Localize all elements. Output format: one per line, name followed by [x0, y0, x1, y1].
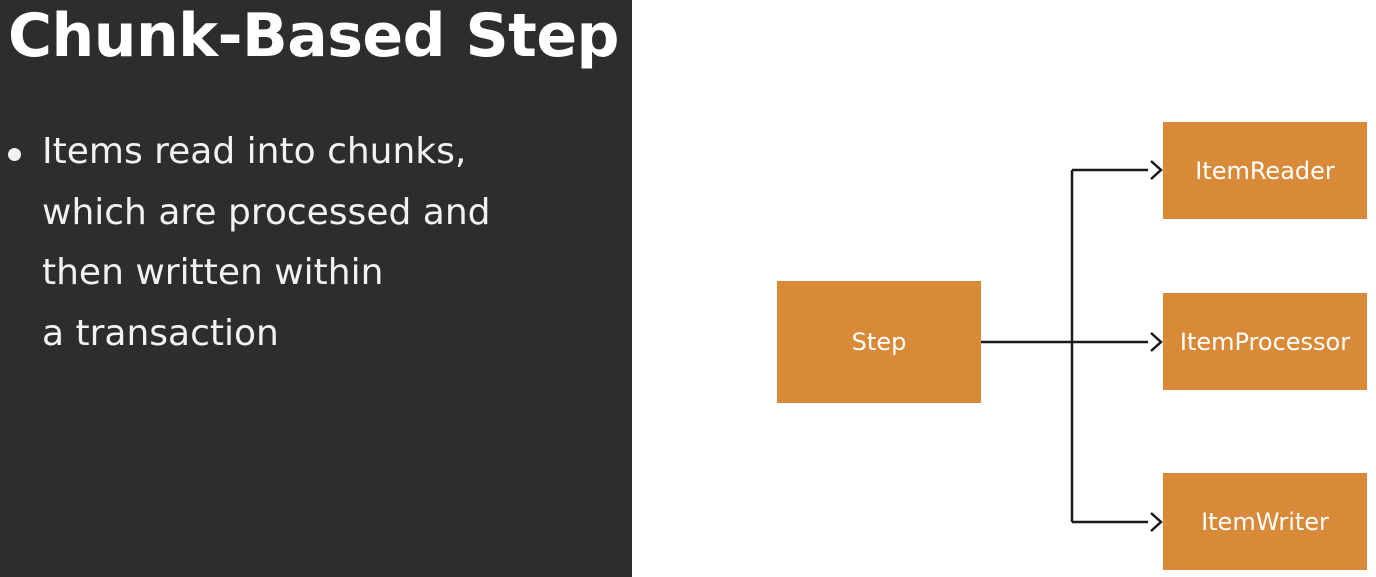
item-processor-label: ItemProcessor	[1179, 327, 1351, 356]
item-reader-label: ItemReader	[1195, 156, 1335, 185]
item-reader-node: ItemReader	[1163, 122, 1367, 219]
item-processor-node: ItemProcessor	[1163, 293, 1367, 390]
arrowhead-processor-icon	[1150, 332, 1163, 352]
arrowhead-writer-icon	[1150, 512, 1163, 532]
item-writer-node: ItemWriter	[1163, 473, 1367, 570]
arrowhead-reader-icon	[1150, 160, 1163, 180]
step-node: Step	[777, 281, 981, 403]
item-writer-label: ItemWriter	[1201, 507, 1329, 536]
step-label: Step	[851, 328, 907, 356]
